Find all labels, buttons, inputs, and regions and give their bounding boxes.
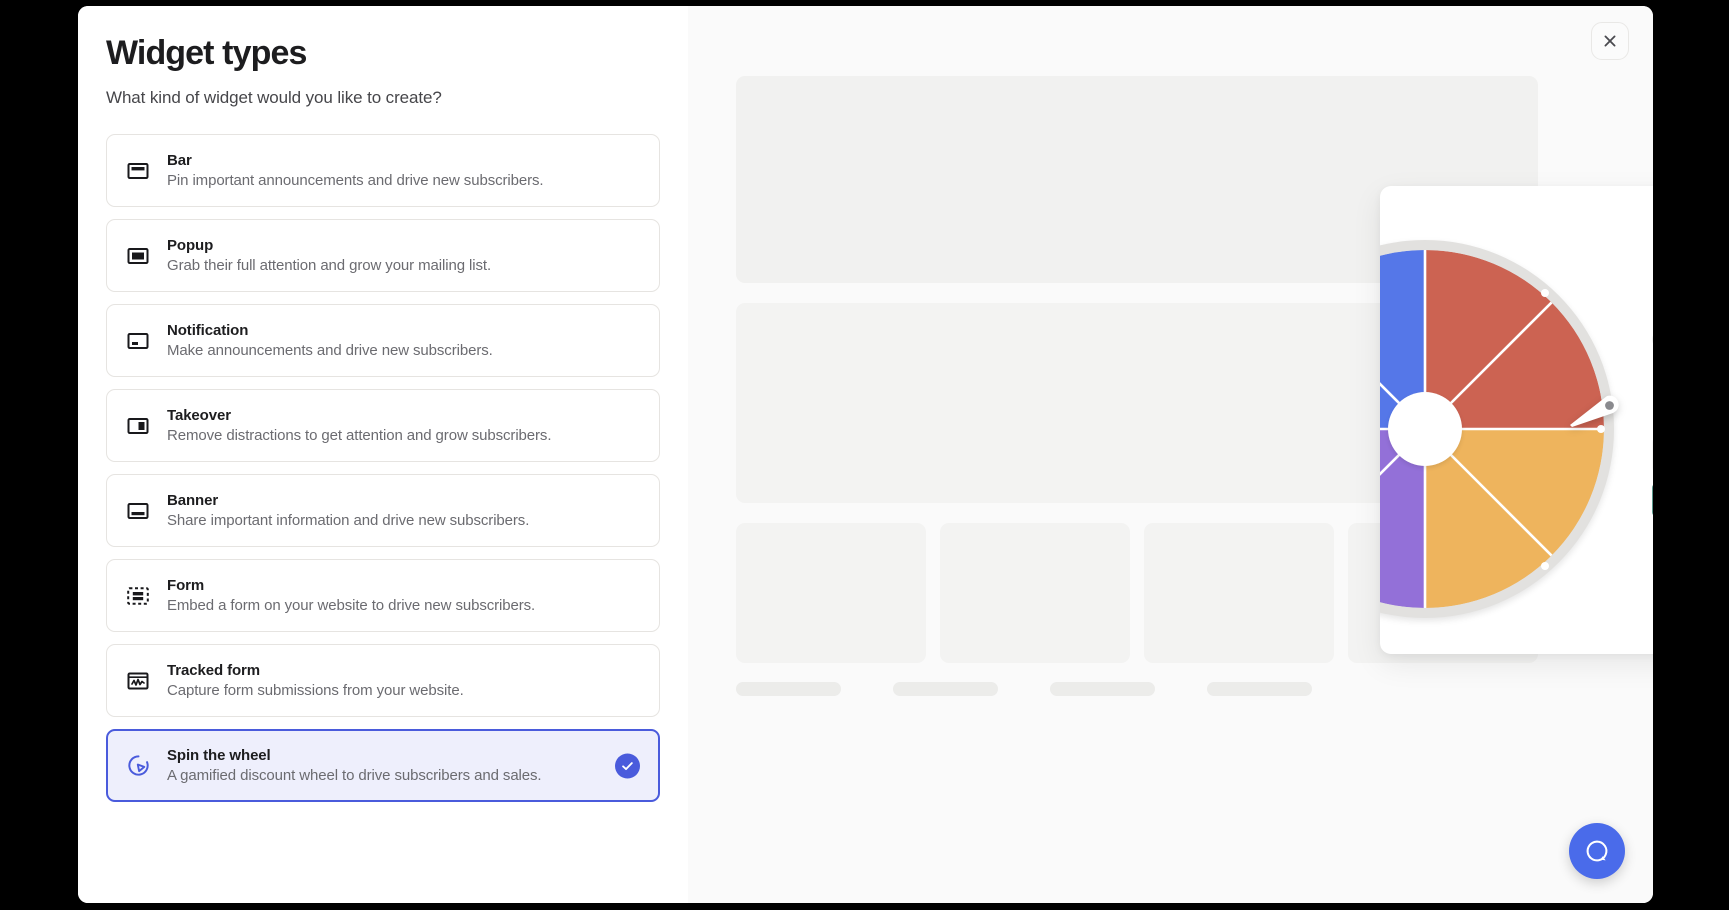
widget-type-description: Grab their full attention and grow your … (167, 257, 492, 274)
widget-type-text: Spin the wheel A gamified discount wheel… (167, 747, 542, 784)
widget-type-option-takeover[interactable]: Takeover Remove distractions to get atte… (106, 389, 660, 462)
widget-type-description: Make announcements and drive new subscri… (167, 342, 493, 359)
skeleton-card (736, 523, 926, 663)
widget-type-option-notification[interactable]: Notification Make announcements and driv… (106, 304, 660, 377)
widget-type-description: Share important information and drive ne… (167, 512, 530, 529)
widget-type-name: Notification (167, 322, 249, 339)
widget-type-name: Popup (167, 237, 214, 254)
bar-widget-icon (125, 158, 151, 184)
panel-header: Widget types What kind of widget would y… (78, 32, 688, 110)
form-widget-icon (125, 583, 151, 609)
popup-widget-icon (125, 243, 151, 269)
widget-type-description: Remove distractions to get attention and… (167, 427, 552, 444)
skeleton-heading-line (1652, 331, 1653, 348)
widget-type-text: Takeover Remove distractions to get atte… (167, 407, 552, 444)
widget-type-text: Tracked form Capture form submissions fr… (167, 662, 464, 699)
skeleton-card (940, 523, 1130, 663)
notification-widget-icon (125, 328, 151, 354)
widget-type-text: Notification Make announcements and driv… (167, 322, 493, 359)
widget-type-text: Banner Share important information and d… (167, 492, 529, 529)
widget-type-description: A gamified discount wheel to drive subsc… (167, 767, 542, 784)
page-subtitle: What kind of widget would you like to cr… (106, 88, 442, 107)
widget-type-option-bar[interactable]: Bar Pin important announcements and driv… (106, 134, 660, 207)
widget-type-name: Form (167, 577, 205, 594)
widget-types-dialog: Widget types What kind of widget would y… (78, 6, 1653, 903)
widget-preview-panel (688, 6, 1653, 903)
skeleton-pill (893, 682, 998, 696)
preview-email-input[interactable] (1652, 437, 1653, 473)
widget-type-text: Popup Grab their full attention and grow… (167, 237, 491, 274)
widget-type-name: Bar (167, 152, 192, 169)
widget-type-description: Capture form submissions from your websi… (167, 682, 464, 699)
wheel-rim-dot (1541, 289, 1549, 297)
widget-type-option-spin-the-wheel[interactable]: Spin the wheel A gamified discount wheel… (106, 729, 660, 802)
skeleton-pill (1207, 682, 1312, 696)
help-chat-launcher[interactable] (1569, 823, 1625, 879)
widget-type-option-banner[interactable]: Banner Share important information and d… (106, 474, 660, 547)
page-title: Widget types (106, 34, 307, 72)
skeleton-card (1144, 523, 1334, 663)
preview-content-skeleton (1652, 331, 1653, 517)
widget-type-description: Pin important announcements and drive ne… (167, 172, 544, 189)
widget-preview-card (1380, 186, 1653, 654)
widget-type-text: Form Embed a form on your website to dri… (167, 577, 535, 614)
widget-type-option-form[interactable]: Form Embed a form on your website to dri… (106, 559, 660, 632)
widget-type-name: Takeover (167, 407, 231, 424)
spin-the-wheel-icon (125, 753, 151, 779)
screen: Widget types What kind of widget would y… (0, 0, 1729, 910)
banner-widget-icon (125, 498, 151, 524)
tracked-form-widget-icon (125, 668, 151, 694)
widget-type-name: Spin the wheel (167, 747, 271, 764)
close-icon (1604, 35, 1616, 47)
wheel-hub (1388, 392, 1462, 466)
status-badge (615, 753, 640, 778)
skeleton-pill (736, 682, 841, 696)
close-button[interactable] (1591, 22, 1629, 60)
wheel-rim-dot (1541, 562, 1549, 570)
takeover-widget-icon (125, 413, 151, 439)
widget-type-description: Embed a form on your website to drive ne… (167, 597, 536, 614)
spin-wheel-graphic (1380, 240, 1619, 618)
wheel-pointer-icon (1570, 395, 1619, 427)
widget-type-option-popup[interactable]: Popup Grab their full attention and grow… (106, 219, 660, 292)
chat-bubble-icon (1586, 840, 1608, 862)
preview-cta-button[interactable] (1652, 483, 1653, 517)
widget-type-list: Bar Pin important announcements and driv… (78, 134, 688, 826)
widget-type-name: Tracked form (167, 662, 261, 679)
skeleton-pill (1050, 682, 1155, 696)
widget-types-panel: Widget types What kind of widget would y… (78, 6, 688, 903)
widget-type-option-tracked-form[interactable]: Tracked form Capture form submissions fr… (106, 644, 660, 717)
skeleton-pill-row (736, 682, 1538, 696)
widget-type-text: Bar Pin important announcements and driv… (167, 152, 544, 189)
widget-type-name: Banner (167, 492, 219, 509)
